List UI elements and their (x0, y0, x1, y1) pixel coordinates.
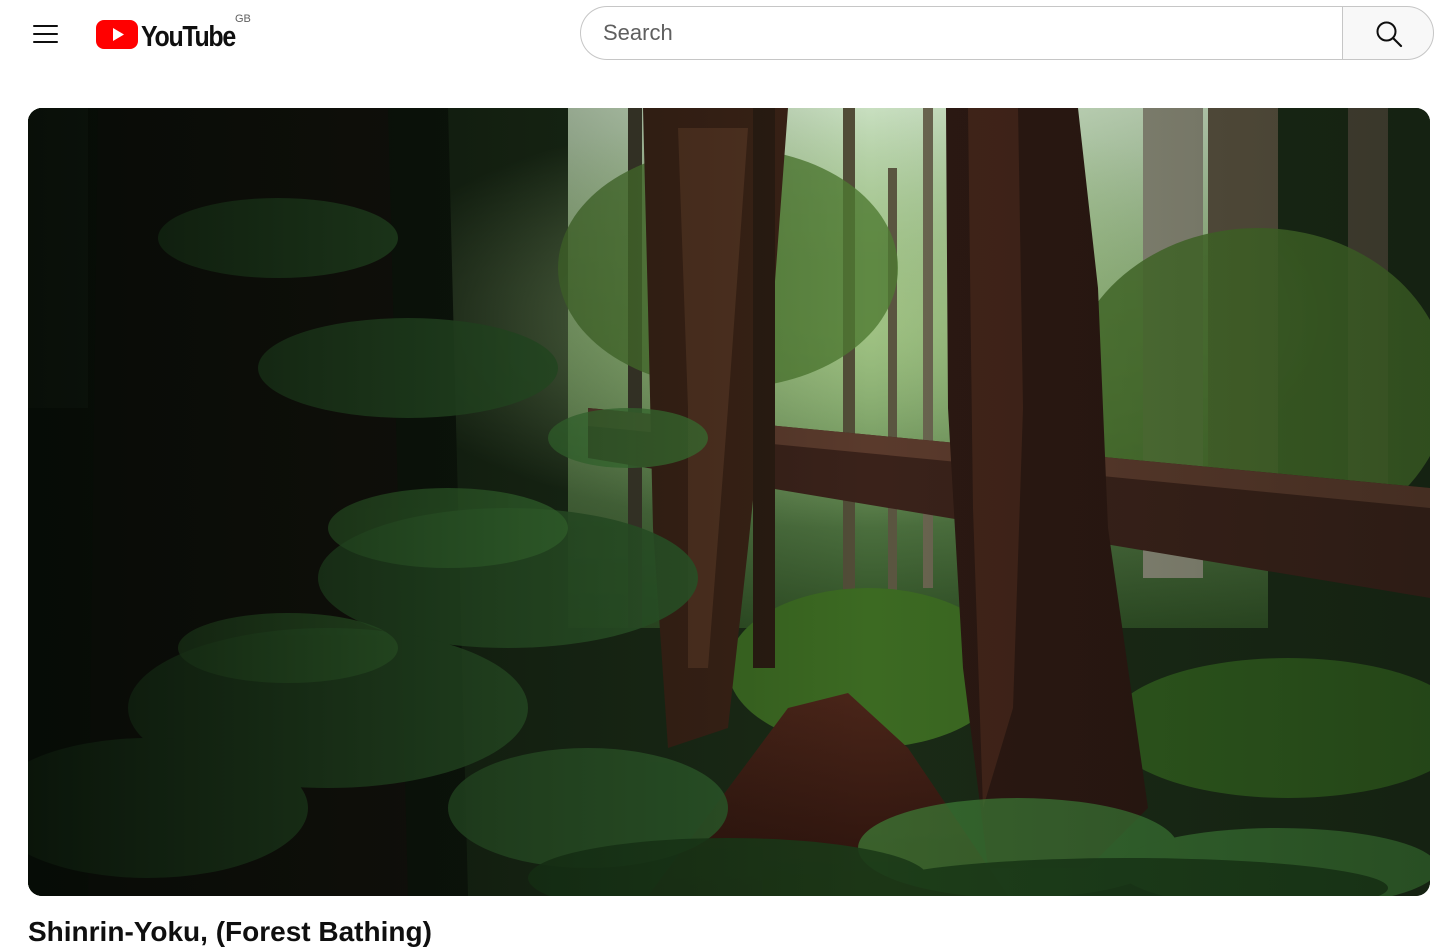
hamburger-menu-icon[interactable] (22, 12, 68, 58)
video-title: Shinrin-Yoku, (Forest Bathing) (28, 916, 432, 947)
search-icon (1376, 21, 1403, 48)
logo-wordmark: YouTube (141, 21, 236, 53)
youtube-play-icon (96, 20, 138, 49)
menu-bar (33, 33, 58, 35)
menu-bar (33, 41, 58, 43)
search-button[interactable] (1342, 6, 1434, 60)
country-code: GB (235, 13, 251, 25)
menu-bar (33, 25, 58, 27)
video-frame-forest (28, 108, 1430, 896)
masthead: YouTube GB (0, 0, 1456, 70)
search-input[interactable] (603, 7, 1323, 59)
video-player[interactable] (28, 108, 1430, 896)
search-box (580, 6, 1342, 60)
